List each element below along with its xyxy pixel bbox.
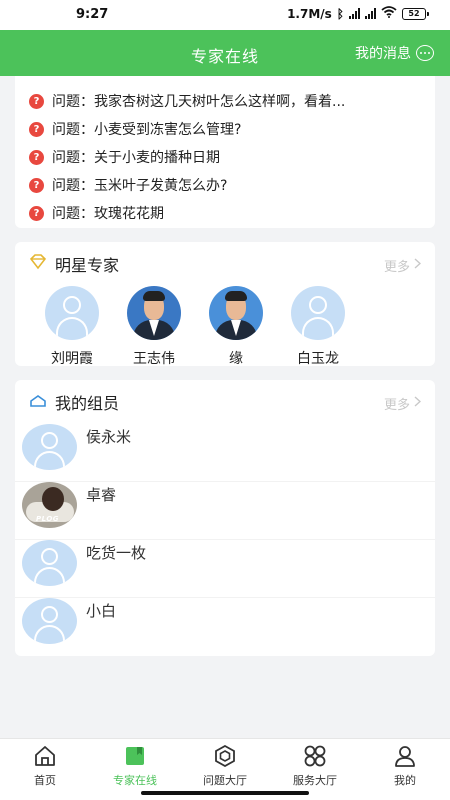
section-title: 明星专家 bbox=[55, 256, 120, 275]
status-time: 9:27 bbox=[76, 7, 109, 22]
more-label: 更多 bbox=[383, 398, 410, 413]
member-name: 小白 bbox=[86, 602, 117, 620]
battery-icon: 52 bbox=[402, 7, 429, 20]
member-name: 吃货一枚 bbox=[86, 544, 147, 562]
expert-name: 王志伟 bbox=[133, 351, 175, 367]
tab-label: 专家在线 bbox=[113, 774, 157, 787]
member-item[interactable]: 侯永米 bbox=[15, 424, 435, 482]
home-icon bbox=[33, 745, 57, 767]
network-speed: 1.7M/s bbox=[287, 6, 332, 21]
clover-icon bbox=[303, 745, 327, 767]
person-icon bbox=[393, 745, 417, 767]
chat-bubble-icon bbox=[416, 45, 434, 61]
question-mark-icon: ? bbox=[29, 93, 44, 109]
experts-row: 刘明霞 王志伟 缘 白玉龙 bbox=[15, 286, 435, 368]
book-icon bbox=[123, 745, 147, 767]
tab-label: 服务大厅 bbox=[293, 774, 337, 787]
default-avatar-icon bbox=[22, 598, 77, 644]
tab-label: 首页 bbox=[34, 774, 56, 787]
section-title: 我的组员 bbox=[55, 394, 120, 413]
star-experts-card: 明星专家 更多 刘明霞 王志伟 缘 白玉龙 bbox=[15, 242, 435, 368]
question-text: 问题：玫瑰花花期 bbox=[52, 206, 164, 222]
bluetooth-icon: ᛒ bbox=[336, 6, 344, 21]
question-mark-icon: ? bbox=[29, 177, 44, 193]
status-indicators: 1.7M/s ᛒ 52 bbox=[287, 6, 429, 21]
avatar: PLOG bbox=[22, 482, 77, 528]
my-messages-label: 我的消息 bbox=[355, 46, 411, 62]
more-members-link[interactable]: 更多 bbox=[383, 394, 422, 413]
member-item[interactable]: 吃货一枚 bbox=[15, 540, 435, 598]
member-name: 卓睿 bbox=[86, 486, 117, 504]
expert-item[interactable]: 刘明霞 bbox=[31, 286, 113, 368]
diamond-icon bbox=[29, 254, 47, 274]
default-avatar-icon bbox=[291, 286, 345, 340]
my-messages-button[interactable]: 我的消息 bbox=[355, 43, 434, 63]
default-avatar-icon bbox=[45, 286, 99, 340]
avatar-plog-text: PLOG bbox=[36, 515, 60, 523]
question-item[interactable]: ? 问题：小麦受到冻害怎么管理? bbox=[15, 115, 435, 143]
status-bar: 9:27 1.7M/s ᛒ 52 bbox=[0, 0, 450, 30]
question-item[interactable]: ? 问题：玫瑰花花期 bbox=[15, 199, 435, 227]
question-mark-icon: ? bbox=[29, 205, 44, 221]
wifi-icon bbox=[381, 6, 397, 21]
question-text: 问题：小麦受到冻害怎么管理? bbox=[52, 122, 242, 138]
default-avatar-icon bbox=[22, 424, 77, 470]
app-header: 专家在线 我的消息 bbox=[0, 30, 450, 76]
expert-name: 刘明霞 bbox=[51, 351, 93, 367]
chevron-right-icon bbox=[414, 258, 422, 273]
tab-mine[interactable]: 我的 bbox=[360, 739, 450, 800]
expert-name: 缘 bbox=[229, 351, 243, 367]
avatar bbox=[127, 286, 181, 340]
expert-item[interactable]: 白玉龙 bbox=[277, 286, 359, 368]
question-list-card: ? 问题：我家杏树这几天树叶怎么这样啊，看着... ? 问题：小麦受到冻害怎么管… bbox=[15, 76, 435, 228]
question-text: 问题：关于小麦的播种日期 bbox=[52, 150, 220, 166]
more-label: 更多 bbox=[383, 260, 410, 275]
member-item[interactable]: 小白 bbox=[15, 598, 435, 656]
question-text: 问题：我家杏树这几天树叶怎么这样啊，看着... bbox=[52, 94, 346, 110]
signal-icon bbox=[365, 8, 376, 19]
question-text: 问题：玉米叶子发黄怎么办? bbox=[52, 178, 228, 194]
hexagon-icon bbox=[213, 744, 237, 768]
tab-home[interactable]: 首页 bbox=[0, 739, 90, 800]
chevron-right-icon bbox=[414, 396, 422, 411]
member-name: 侯永米 bbox=[86, 428, 132, 446]
tab-label: 问题大厅 bbox=[203, 774, 247, 787]
expert-item[interactable]: 王志伟 bbox=[113, 286, 195, 368]
expert-item[interactable]: 缘 bbox=[195, 286, 277, 368]
house-outline-icon bbox=[29, 393, 47, 412]
section-header: 我的组员 更多 bbox=[15, 380, 435, 424]
signal-icon bbox=[349, 8, 360, 19]
expert-name: 白玉龙 bbox=[297, 351, 339, 367]
question-mark-icon: ? bbox=[29, 121, 44, 137]
section-header: 明星专家 更多 bbox=[15, 242, 435, 286]
question-item[interactable]: ? 问题：关于小麦的播种日期 bbox=[15, 143, 435, 171]
question-mark-icon: ? bbox=[29, 149, 44, 165]
question-item[interactable]: ? 问题：玉米叶子发黄怎么办? bbox=[15, 171, 435, 199]
member-item[interactable]: PLOG 卓睿 bbox=[15, 482, 435, 540]
tab-label: 我的 bbox=[394, 774, 416, 787]
my-members-card: 我的组员 更多 侯永米 PLOG 卓睿 吃货一枚 小白 bbox=[15, 380, 435, 656]
home-indicator bbox=[141, 791, 309, 795]
default-avatar-icon bbox=[22, 540, 77, 586]
more-experts-link[interactable]: 更多 bbox=[383, 256, 422, 275]
avatar bbox=[209, 286, 263, 340]
question-item[interactable]: ? 问题：我家杏树这几天树叶怎么这样啊，看着... bbox=[15, 87, 435, 115]
